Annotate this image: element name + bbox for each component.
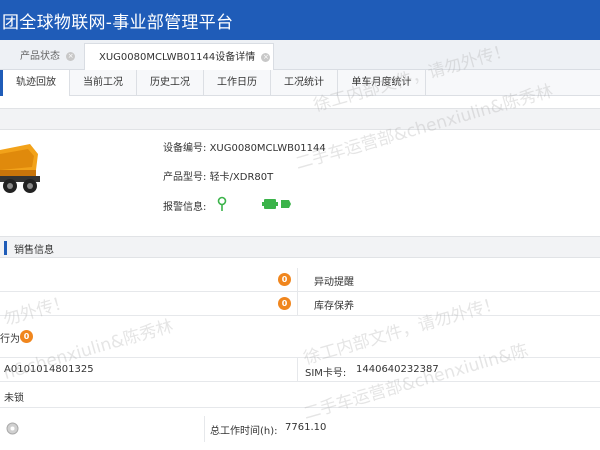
stock-row: 0 库存保养 xyxy=(0,292,600,316)
behavior-row: 行为 0 xyxy=(0,316,600,358)
tab-current-status[interactable]: 当前工况 xyxy=(70,70,137,96)
hours-row: 总工作时间(h): 7761.10 xyxy=(0,416,600,442)
column-divider xyxy=(297,268,298,291)
tab-monthly-stats[interactable]: 单车月度统计 xyxy=(338,70,426,96)
sim-value: 1440640232387 xyxy=(356,364,439,375)
status-dot-icon xyxy=(6,422,19,435)
engine-alarm-icon[interactable] xyxy=(262,197,292,211)
sales-section-header: 销售信息 xyxy=(0,236,600,258)
behavior-label: 行为 xyxy=(0,334,20,345)
stock-label[interactable]: 库存保养 xyxy=(314,297,354,312)
tab-track-playback[interactable]: 轨迹回放 xyxy=(0,70,70,96)
close-icon[interactable]: × xyxy=(261,52,271,62)
app-header: 团全球物联网-事业部管理平台 xyxy=(0,0,600,40)
device-model-value: 轻卡/XDR80T xyxy=(209,172,274,183)
terminal-number: A0101014801325 xyxy=(4,364,94,375)
abnormal-label[interactable]: 异动提醒 xyxy=(314,273,354,288)
location-alarm-icon[interactable] xyxy=(216,196,228,212)
tab-device-detail[interactable]: XUG0080MCLWB01144设备详情 × xyxy=(84,43,274,70)
truck-image xyxy=(0,144,40,193)
abnormal-row: 0 异动提醒 xyxy=(0,268,600,292)
behavior-count-badge[interactable]: 0 xyxy=(20,330,33,343)
tab-work-calendar[interactable]: 工作日历 xyxy=(204,70,271,96)
tab-device-detail-label: XUG0080MCLWB01144设备详情 xyxy=(99,52,256,63)
sales-section-title: 销售信息 xyxy=(14,245,54,256)
device-serial-value: XUG0080MCLWB01144 xyxy=(209,143,326,154)
sim-label: SIM卡号: xyxy=(305,368,347,379)
close-icon[interactable]: × xyxy=(66,51,76,61)
alarm-info: 报警信息: xyxy=(163,198,206,213)
column-divider xyxy=(204,416,205,442)
page-tab-bar: 产品状态 × XUG0080MCLWB01144设备详情 × xyxy=(0,40,600,70)
column-divider xyxy=(297,292,298,315)
alarm-info-label: 报警信息: xyxy=(163,202,207,213)
device-serial-label: 设备编号: xyxy=(163,143,207,154)
total-hours-value: 7761.10 xyxy=(285,422,327,433)
detail-sub-tabs: 轨迹回放 当前工况 历史工况 工作日历 工况统计 单车月度统计 xyxy=(0,70,600,96)
lock-row: 未锁 xyxy=(0,382,600,408)
device-model: 产品型号: 轻卡/XDR80T xyxy=(163,168,273,183)
tab-product-status-label: 产品状态 xyxy=(20,51,60,62)
device-serial: 设备编号: XUG0080MCLWB01144 xyxy=(163,139,326,154)
section-accent-bar xyxy=(4,241,7,255)
device-section-header xyxy=(0,108,600,130)
column-divider xyxy=(297,358,298,381)
total-hours-label: 总工作时间(h): xyxy=(210,426,278,437)
tab-product-status[interactable]: 产品状态 × xyxy=(20,43,76,70)
lock-status: 未锁 xyxy=(4,393,24,404)
abnormal-count-badge[interactable]: 0 xyxy=(278,273,291,286)
tab-status-stats[interactable]: 工况统计 xyxy=(271,70,338,96)
tab-history-status[interactable]: 历史工况 xyxy=(137,70,204,96)
terminal-row: A0101014801325 SIM卡号: 1440640232387 xyxy=(0,358,600,382)
stock-count-badge[interactable]: 0 xyxy=(278,297,291,310)
device-model-label: 产品型号: xyxy=(163,172,207,183)
app-title: 团全球物联网-事业部管理平台 xyxy=(2,13,234,33)
